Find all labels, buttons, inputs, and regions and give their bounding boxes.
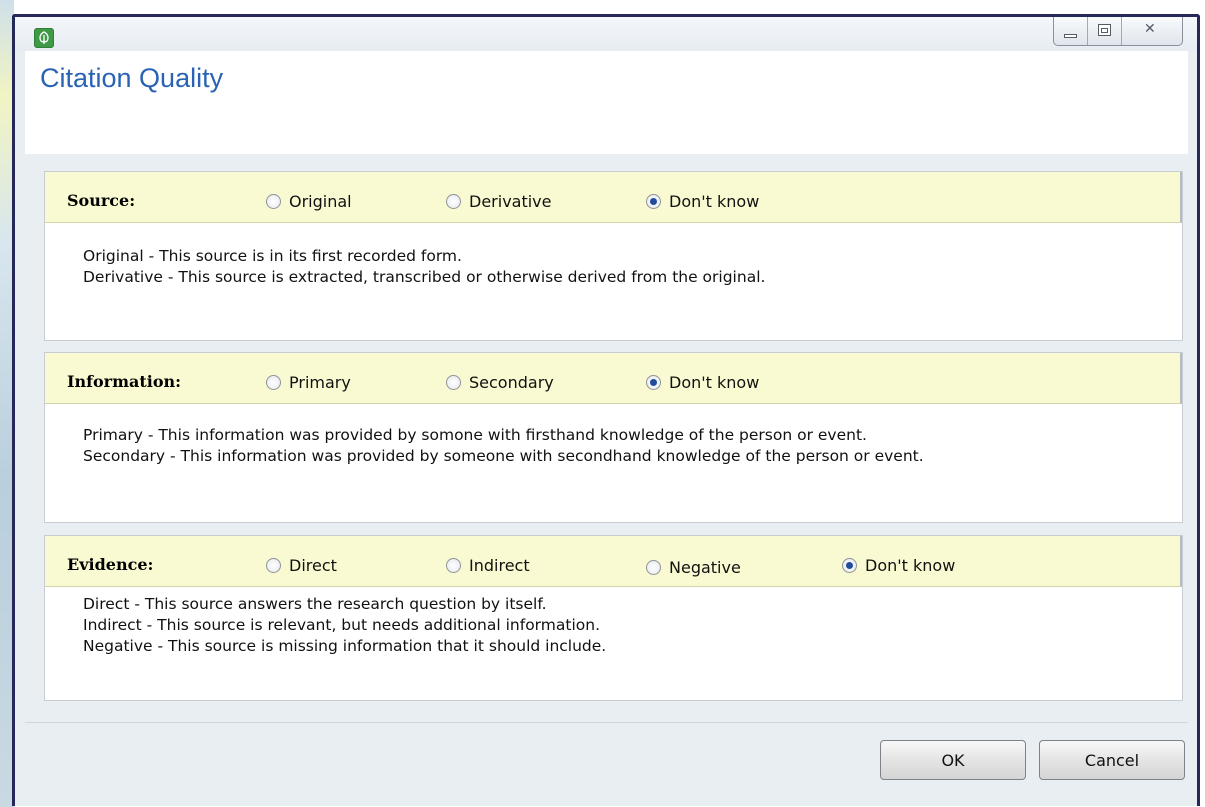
- maximize-icon: [1098, 24, 1111, 36]
- cancel-button[interactable]: Cancel: [1039, 740, 1185, 780]
- information-panel: Information: Primary Secondary Don't kno…: [44, 352, 1183, 523]
- information-description: Primary - This information was provided …: [83, 426, 924, 465]
- minimize-icon: [1064, 34, 1077, 38]
- screen: ✕ Citation Quality Source: Original Deri…: [0, 0, 1205, 807]
- source-label: Source:: [67, 191, 136, 210]
- source-radio-derivative[interactable]: Derivative: [446, 192, 552, 211]
- close-button[interactable]: ✕: [1122, 17, 1182, 45]
- evidence-header: Evidence: Direct Indirect Negative Don't…: [45, 536, 1182, 587]
- radio-circle-selected[interactable]: [646, 194, 661, 209]
- dialog-title: Citation Quality: [40, 63, 224, 93]
- source-panel: Source: Original Derivative Don't know O…: [44, 171, 1183, 341]
- radio-circle[interactable]: [446, 558, 461, 573]
- radio-circle[interactable]: [266, 558, 281, 573]
- radio-circle[interactable]: [446, 375, 461, 390]
- information-header: Information: Primary Secondary Don't kno…: [45, 353, 1182, 404]
- information-radio-dont-know[interactable]: Don't know: [646, 373, 759, 392]
- title-bar[interactable]: ✕: [15, 17, 1197, 51]
- radio-circle[interactable]: [446, 194, 461, 209]
- close-icon: ✕: [1144, 21, 1156, 37]
- source-radio-dont-know[interactable]: Don't know: [646, 192, 759, 211]
- radio-circle-selected[interactable]: [842, 558, 857, 573]
- evidence-radio-dont-know[interactable]: Don't know: [842, 556, 955, 575]
- radio-circle[interactable]: [646, 560, 661, 575]
- evidence-radio-indirect[interactable]: Indirect: [446, 556, 530, 575]
- ok-button[interactable]: OK: [880, 740, 1026, 780]
- maximize-button[interactable]: [1088, 17, 1122, 45]
- evidence-description: Direct - This source answers the researc…: [83, 595, 607, 655]
- information-radio-primary[interactable]: Primary: [266, 373, 351, 392]
- source-header: Source: Original Derivative Don't know: [45, 172, 1182, 223]
- source-description: Original - This source is in its first r…: [83, 247, 766, 286]
- tree-leaf-icon: [34, 28, 54, 48]
- dialog-window: ✕ Citation Quality Source: Original Deri…: [12, 14, 1200, 806]
- source-radio-original[interactable]: Original: [266, 192, 352, 211]
- window-controls: ✕: [1053, 17, 1183, 46]
- radio-circle[interactable]: [266, 194, 281, 209]
- minimize-button[interactable]: [1054, 17, 1088, 45]
- evidence-label: Evidence:: [67, 555, 154, 574]
- information-label: Information:: [67, 372, 182, 391]
- radio-circle[interactable]: [266, 375, 281, 390]
- radio-circle-selected[interactable]: [646, 375, 661, 390]
- footer-separator: [25, 722, 1188, 723]
- evidence-radio-direct[interactable]: Direct: [266, 556, 337, 575]
- information-radio-secondary[interactable]: Secondary: [446, 373, 554, 392]
- evidence-panel: Evidence: Direct Indirect Negative Don't…: [44, 535, 1183, 701]
- evidence-radio-negative[interactable]: Negative: [646, 558, 741, 577]
